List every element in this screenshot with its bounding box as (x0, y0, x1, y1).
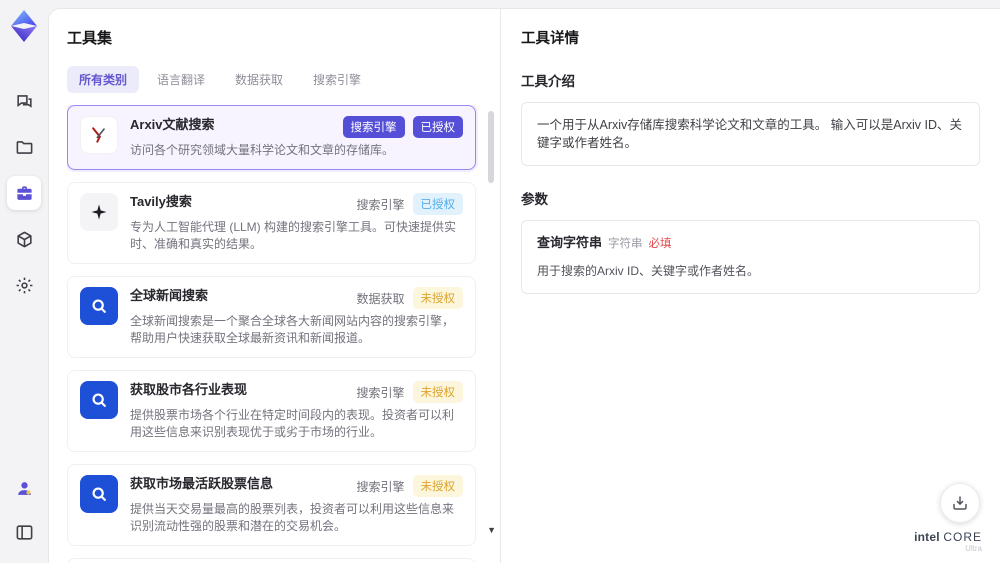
tab-search-engine[interactable]: 搜索引擎 (301, 66, 373, 93)
intel-core-logo: intel CORE Ultra (914, 531, 982, 555)
blue-search-icon (80, 475, 118, 513)
category-badge: 搜索引擎 (342, 116, 405, 138)
tool-description: 提供股票市场各个行业在特定时间段内的表现。投资者可以利用这些信息来识别表现优于或… (130, 408, 455, 439)
sidebar-rail (0, 0, 48, 563)
user-icon (17, 481, 31, 495)
auth-badge: 未授权 (412, 381, 463, 403)
download-icon (953, 496, 967, 510)
category-label: 搜索引擎 (356, 197, 405, 212)
tab-language-translate[interactable]: 语言翻译 (145, 66, 217, 93)
auth-badge: 已授权 (412, 116, 463, 138)
tool-description: 提供当天交易量最高的股票列表，投资者可以利用这些信息来识别流动性强的股票和潜在的… (130, 502, 455, 533)
sidebar-item-files[interactable] (7, 130, 41, 164)
briefcase-icon (16, 185, 32, 200)
tool-description: 全球新闻搜索是一个聚合全球各大新闻网站内容的搜索引擎，帮助用户快速获取全球最新资… (130, 314, 455, 345)
tool-name: 获取股市各行业表现 (130, 382, 248, 397)
tool-name: Tavily搜索 (130, 194, 192, 209)
folder-icon (16, 140, 32, 154)
tool-name: 获取市场最活跃股票信息 (130, 476, 274, 491)
params-heading: 参数 (521, 192, 548, 207)
details-title: 工具详情 (521, 31, 579, 47)
intro-heading: 工具介绍 (521, 74, 575, 89)
scrollbar-down-arrow[interactable]: ▼ (487, 525, 496, 535)
sidebar-item-tools[interactable] (7, 176, 41, 210)
category-tabs: 所有类别 语言翻译 数据获取 搜索引擎 (67, 66, 500, 93)
category-label: 数据获取 (356, 291, 405, 306)
main-panel: 工具集 所有类别 语言翻译 数据获取 搜索引擎 Arxiv文献搜索 搜索引擎 已… (48, 8, 1000, 563)
download-button[interactable] (940, 483, 980, 523)
category-label: 搜索引擎 (356, 385, 405, 400)
auth-badge: 未授权 (412, 287, 463, 309)
param-required-badge: 必填 (648, 238, 672, 250)
param-box: 查询字符串 字符串 必填 用于搜索的Arxiv ID、关键字或作者姓名。 (521, 220, 980, 294)
tool-card-arxiv[interactable]: Arxiv文献搜索 搜索引擎 已授权 访问各个研究领域大量科学论文和文章的存储库… (67, 105, 476, 170)
core-wordmark: CORE (943, 530, 982, 544)
sidebar-item-settings[interactable] (7, 268, 41, 302)
auth-badge: 未授权 (412, 475, 463, 497)
tools-column: 工具集 所有类别 语言翻译 数据获取 搜索引擎 Arxiv文献搜索 搜索引擎 已… (49, 9, 501, 563)
list-scrollbar: ▼ (486, 107, 496, 563)
tool-name: 全球新闻搜索 (130, 288, 209, 303)
tool-card-tavily[interactable]: Tavily搜索 搜索引擎 已授权 专为人工智能代理 (LLM) 构建的搜索引擎… (67, 182, 476, 264)
tool-list: Arxiv文献搜索 搜索引擎 已授权 访问各个研究领域大量科学论文和文章的存储库… (67, 105, 500, 563)
tab-data-fetch[interactable]: 数据获取 (223, 66, 295, 93)
tool-card-active-stocks[interactable]: 获取市场最活跃股票信息 搜索引擎 未授权 提供当天交易量最高的股票列表，投资者可… (67, 464, 476, 546)
category-label: 搜索引擎 (356, 479, 405, 494)
panel-toggle-icon (16, 524, 32, 540)
param-type: 字符串 (608, 238, 643, 250)
tab-all-categories[interactable]: 所有类别 (67, 66, 140, 93)
tool-card-sector-performance[interactable]: 获取股市各行业表现 搜索引擎 未授权 提供股票市场各个行业在特定时间段内的表现。… (67, 370, 476, 452)
page-title: 工具集 (67, 30, 113, 47)
brand-sub-label: Ultra (965, 544, 982, 553)
arxiv-icon (80, 116, 118, 154)
tool-card-regional-news[interactable]: 万维地区新闻查询 搜索引擎 未授权 查询具体行政区划内的新闻，快速了解各地新闻动 (67, 558, 476, 563)
tool-description: 专为人工智能代理 (LLM) 构建的搜索引擎工具。可快速提供实时、准确和真实的结… (130, 220, 457, 251)
sidebar-item-chat[interactable] (7, 84, 41, 118)
param-description: 用于搜索的Arxiv ID、关键字或作者姓名。 (537, 264, 760, 278)
scrollbar-thumb[interactable] (488, 111, 494, 183)
auth-badge: 已授权 (412, 193, 463, 215)
blue-search-icon (80, 381, 118, 419)
tool-card-global-news[interactable]: 全球新闻搜索 数据获取 未授权 全球新闻搜索是一个聚合全球各大新闻网站内容的搜索… (67, 276, 476, 358)
chat-icon (16, 94, 32, 108)
tool-description: 访问各个研究领域大量科学论文和文章的存储库。 (130, 143, 395, 157)
cube-icon (16, 231, 32, 247)
details-column: 工具详情 工具介绍 一个用于从Arxiv存储库搜索科学论文和文章的工具。 输入可… (501, 9, 1000, 563)
gear-icon (16, 277, 32, 293)
sidebar-item-user[interactable] (7, 471, 41, 505)
sidebar-item-models[interactable] (7, 222, 41, 256)
blue-search-icon (80, 287, 118, 325)
intro-box: 一个用于从Arxiv存储库搜索科学论文和文章的工具。 输入可以是Arxiv ID… (521, 102, 980, 166)
tavily-star-icon (80, 193, 118, 231)
sidebar-item-collapse[interactable] (7, 515, 41, 549)
app-logo (11, 10, 37, 42)
tool-name: Arxiv文献搜索 (130, 117, 215, 132)
param-name: 查询字符串 (537, 235, 603, 250)
intel-wordmark: intel (914, 530, 940, 544)
